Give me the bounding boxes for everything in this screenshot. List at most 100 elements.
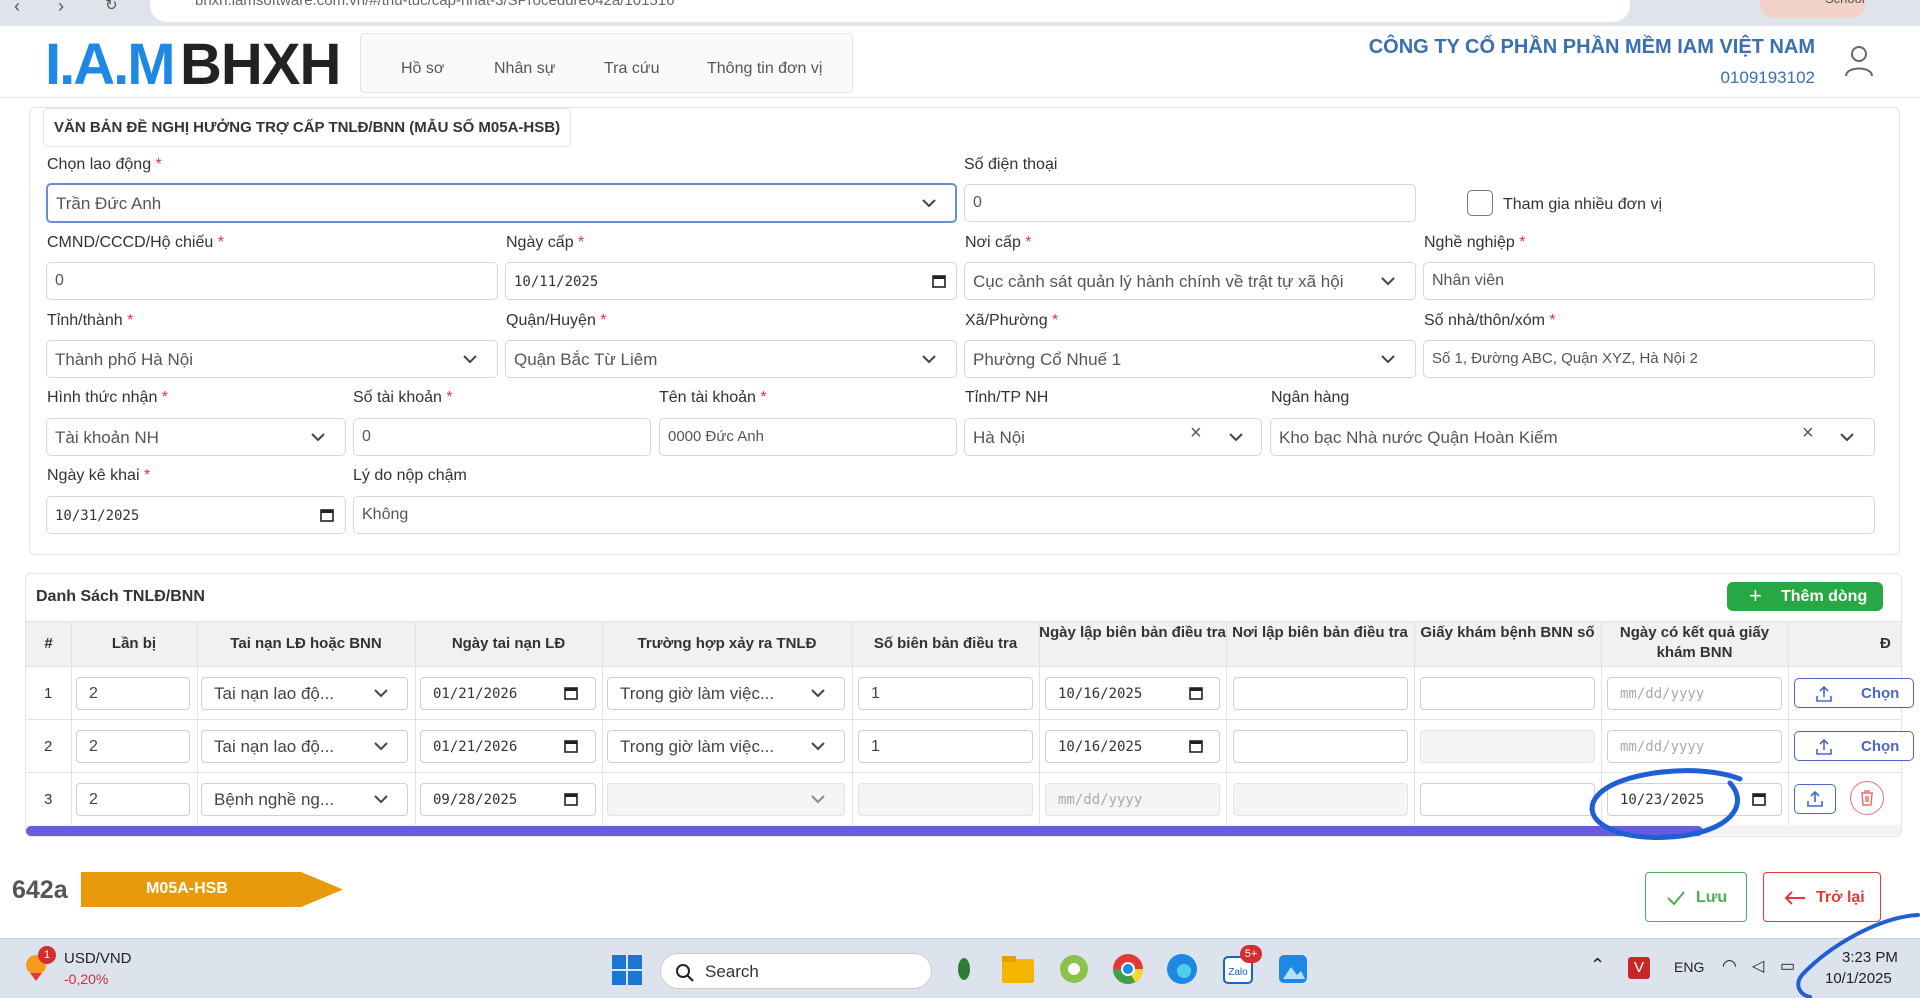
chevron-up-icon[interactable]: ⌃	[1590, 955, 1605, 976]
windows-start-icon[interactable]	[612, 955, 642, 985]
report-no-input[interactable]	[858, 783, 1033, 816]
calendar-icon[interactable]	[564, 686, 578, 700]
bnn-no-input[interactable]	[1420, 677, 1595, 710]
bank-select[interactable]: Kho bạc Nhà nước Quận Hoàn Kiếm	[1270, 418, 1875, 456]
account-number-input[interactable]: 0	[353, 418, 651, 456]
address-label: Số nhà/thôn/xóm *	[1424, 312, 1556, 329]
calendar-icon[interactable]	[564, 739, 578, 753]
chevron-down-icon	[374, 795, 388, 804]
bnn-date-input[interactable]: mm/dd/yyyy	[1607, 677, 1782, 710]
nav-thong-tin-don-vi[interactable]: Thông tin đơn vị	[707, 60, 822, 78]
annotation-circle	[1589, 768, 1743, 840]
logo-bhxh[interactable]: BHXH	[180, 31, 341, 98]
calendar-icon[interactable]	[320, 508, 334, 522]
chevron-down-icon	[311, 433, 325, 442]
issue-place-label: Nơi cấp *	[965, 234, 1032, 251]
account-name-input[interactable]: 0000 Đức Anh	[659, 418, 957, 456]
upload-label: Chọn	[1861, 685, 1900, 702]
profile-button[interactable]: School	[1760, 0, 1865, 18]
employee-select[interactable]: Trần Đức Anh	[46, 183, 957, 223]
occupation-input[interactable]: Nhân viên	[1423, 262, 1875, 300]
report-date-input[interactable]: mm/dd/yyyy	[1045, 783, 1220, 816]
table-title: Danh Sách TNLĐ/BNN	[36, 588, 205, 605]
nav-ho-so[interactable]: Hồ sơ	[401, 60, 444, 78]
form-code-label: M05A-HSB	[146, 880, 228, 897]
bank-label: Ngân hàng	[1271, 389, 1350, 406]
bank-province-select[interactable]: Hà Nội	[964, 418, 1262, 456]
times-input[interactable]: 2	[76, 783, 190, 816]
clear-icon[interactable]: ×	[1190, 422, 1202, 445]
logo-iam[interactable]: I.A.M	[45, 31, 176, 98]
chrome-icon[interactable]	[1110, 951, 1146, 987]
occupation-label: Nghề nghiệp *	[1424, 234, 1526, 251]
clear-icon[interactable]: ×	[1802, 422, 1814, 445]
declare-date-input[interactable]: 10/31/2025	[46, 496, 346, 534]
upload-button[interactable]: Chọn	[1794, 678, 1914, 708]
col-report-place: Nơi lập biên bản điều tra	[1232, 624, 1408, 641]
back-nav-icon[interactable]: ‹	[14, 0, 20, 17]
photos-app-icon[interactable]	[1275, 951, 1311, 987]
calendar-icon[interactable]	[564, 792, 578, 806]
address-bar[interactable]: bhxh.iamsoftware.com.vn/#/thu-tuc/cap-nh…	[150, 0, 1630, 22]
account-number-label: Số tài khoản *	[353, 389, 453, 406]
calendar-icon[interactable]	[932, 274, 946, 288]
issue-date-input[interactable]: 10/11/2025	[505, 262, 957, 300]
save-button[interactable]: Lưu	[1645, 872, 1747, 922]
phone-input[interactable]: 0	[964, 184, 1416, 222]
address-input[interactable]: Số 1, Đường ABC, Quận XYZ, Hà Nội 2	[1423, 340, 1875, 378]
user-icon[interactable]	[1843, 44, 1875, 78]
forward-nav-icon[interactable]: ›	[58, 0, 64, 17]
multi-unit-checkbox[interactable]	[1467, 190, 1493, 216]
language-indicator[interactable]: ENG	[1674, 959, 1704, 975]
volume-icon[interactable]: ◁	[1752, 956, 1764, 976]
late-reason-input[interactable]: Không	[353, 496, 1875, 534]
nav-nhan-su[interactable]: Nhân sự	[494, 60, 555, 78]
times-input[interactable]: 2	[76, 677, 190, 710]
ticker-change: -0,20%	[64, 971, 109, 987]
report-no-input[interactable]: 1	[858, 677, 1033, 710]
zalo-icon[interactable]: Zalo 5+	[1220, 945, 1262, 987]
ward-label: Xã/Phường *	[965, 312, 1059, 329]
save-label: Lưu	[1696, 889, 1728, 906]
delete-row-button[interactable]	[1850, 781, 1884, 815]
file-explorer-icon[interactable]	[1000, 951, 1036, 987]
col-type: Tai nạn LĐ hoặc BNN	[230, 635, 382, 652]
calendar-icon[interactable]	[1189, 739, 1203, 753]
bnn-no-input[interactable]	[1420, 783, 1595, 816]
calendar-icon[interactable]	[1189, 686, 1203, 700]
issue-place-select[interactable]: Cục cảnh sát quản lý hành chính về trật …	[964, 262, 1416, 300]
bnn-date-input[interactable]: mm/dd/yyyy	[1607, 730, 1782, 763]
report-place-input[interactable]	[1233, 783, 1408, 816]
report-place-input[interactable]	[1233, 730, 1408, 763]
district-select[interactable]: Quận Bắc Từ Liêm	[505, 340, 957, 378]
report-no-input[interactable]: 1	[858, 730, 1033, 763]
times-input[interactable]: 2	[76, 730, 190, 763]
taskbar-search[interactable]: Search	[660, 953, 932, 989]
upload-button[interactable]	[1794, 784, 1836, 814]
report-place-input[interactable]	[1233, 677, 1408, 710]
edge-icon[interactable]	[1164, 951, 1200, 987]
table-scrollbar[interactable]	[26, 826, 1703, 836]
reload-icon[interactable]: ↻	[105, 0, 118, 14]
row-divider	[26, 719, 1901, 720]
nav-tra-cuu[interactable]: Tra cứu	[604, 60, 659, 78]
row-index: 3	[44, 791, 53, 808]
chevron-down-icon	[811, 795, 825, 804]
greenshot-app-icon[interactable]	[1056, 951, 1092, 987]
receive-method-select[interactable]: Tài khoản NH	[46, 418, 346, 456]
row-index: 2	[44, 738, 53, 755]
add-row-button[interactable]: + Thêm dòng	[1727, 582, 1883, 611]
id-number-input[interactable]: 0	[46, 262, 498, 300]
receive-method-label: Hình thức nhận *	[47, 389, 169, 406]
ward-select[interactable]: Phường Cổ Nhuế 1	[964, 340, 1416, 378]
col-bnn-no: Giấy khám bệnh BNN số	[1420, 624, 1595, 641]
vnkey-icon[interactable]: V	[1628, 957, 1650, 979]
chevron-down-icon	[1229, 433, 1243, 442]
stock-widget-icon[interactable]: 1	[22, 946, 56, 983]
app-header: I.A.M BHXH Hồ sơ Nhân sự Tra cứu Thông t…	[0, 26, 1920, 98]
upload-button[interactable]: Chọn	[1794, 731, 1914, 761]
wifi-icon[interactable]: ◠	[1722, 956, 1737, 976]
province-select[interactable]: Thành phố Hà Nội	[46, 340, 498, 378]
bnn-no-input[interactable]	[1420, 730, 1595, 763]
copilot-app-icon[interactable]	[948, 951, 980, 987]
